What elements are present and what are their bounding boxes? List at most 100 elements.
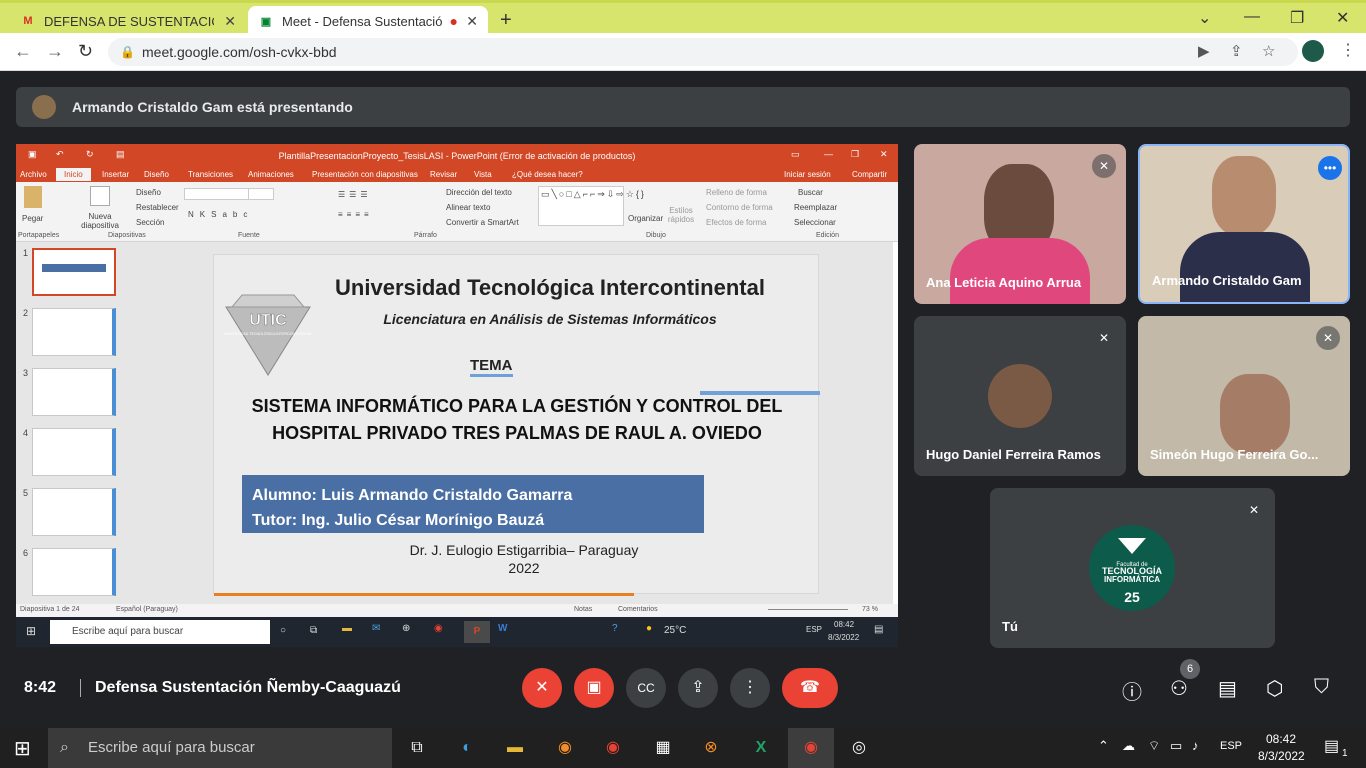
ribbon-tab: Presentación con diapositivas <box>312 170 418 179</box>
layout-label: Diseño <box>136 188 161 197</box>
recording-icon: ● <box>449 13 458 29</box>
section-label: Sección <box>136 218 165 227</box>
back-icon[interactable]: ← <box>14 41 32 62</box>
restore-button[interactable]: ❐ <box>1290 8 1304 28</box>
inner-search: Escribe aquí para buscar <box>50 620 270 644</box>
minimize-button[interactable]: — <box>1244 8 1260 26</box>
mic-toggle-button[interactable]: ✕ <box>522 668 562 708</box>
participant-tile[interactable]: ✕ Hugo Daniel Ferreira Ramos <box>914 316 1126 476</box>
meet-icon: ▣ <box>260 15 272 28</box>
participant-video <box>1212 156 1276 236</box>
task-view-icon[interactable]: ⧉ <box>404 736 430 760</box>
host-controls-icon[interactable]: ⛉ <box>1314 676 1329 699</box>
chrome-active-icon[interactable]: ◉ <box>788 728 834 768</box>
share-icon[interactable]: ⇪ <box>1230 38 1243 66</box>
tab-meet[interactable]: ▣ Meet - Defensa Sustentación ● ✕ <box>248 6 488 36</box>
thesis-title-line: HOSPITAL PRIVADO TRES PALMAS DE RAUL A. … <box>272 423 762 443</box>
excel-icon[interactable]: X <box>748 736 774 760</box>
present-button[interactable]: ⇪ <box>678 668 718 708</box>
task-view-icon: ⧉ <box>310 625 318 636</box>
close-window-button[interactable]: ✕ <box>1336 8 1349 28</box>
place-text: Dr. J. Eulogio Estigarribia– Paraguay <box>409 542 639 558</box>
taskbar-time[interactable]: 08:42 <box>1266 732 1296 746</box>
language-indicator[interactable]: ESP <box>1220 740 1242 752</box>
taskbar-search[interactable]: ⌕ Escribe aquí para buscar <box>48 728 392 768</box>
activities-icon[interactable]: ⬡ <box>1266 676 1283 701</box>
thumb-number: 1 <box>23 248 29 258</box>
close-tab-icon[interactable]: ✕ <box>466 13 478 30</box>
cortana-icon: ○ <box>280 625 287 636</box>
participant-tile[interactable]: ✕ Simeón Hugo Ferreira Go... <box>1138 316 1350 476</box>
new-slide-icon <box>90 186 110 206</box>
self-tile[interactable]: Facultad de TECNOLOGÍA INFORMÁTICA 25 ✕ … <box>990 488 1275 648</box>
slide-thumbnail <box>32 308 116 356</box>
people-icon[interactable]: ⚇ <box>1170 676 1188 701</box>
windows-taskbar: ⊞ ⌕ Escribe aquí para buscar ⧉ ◐ ▬ ◉ ◉ ▦… <box>0 728 1366 768</box>
windows-icon: ⊞ <box>26 624 37 638</box>
url-input[interactable]: 🔒 meet.google.com/osh-cvkx-bbd ▶ ⇪ ☆ <box>108 38 1298 66</box>
zoom-slider <box>768 609 848 610</box>
inner-time: 08:42 <box>834 620 855 629</box>
mic-off-icon: ✕ <box>1316 326 1340 350</box>
inner-notification-icon: ▤ <box>874 624 884 635</box>
xampp-icon[interactable]: ⊗ <box>698 736 724 760</box>
logo-text: UTIC <box>249 312 287 329</box>
participant-name: Ana Leticia Aquino Arrua <box>926 275 1082 290</box>
slide-thumbnail <box>32 248 116 296</box>
align-icons: ≡≡≡≡ <box>338 210 373 219</box>
participant-video <box>1220 374 1290 454</box>
camera-toggle-button[interactable]: ▣ <box>574 668 614 708</box>
participant-video <box>950 238 1090 304</box>
reset-label: Restablecer <box>136 203 179 212</box>
start-button[interactable]: ⊞ <box>14 736 31 761</box>
tab-gmail[interactable]: M DEFENSA DE SUSTENTACIÓN LIC ✕ <box>10 6 246 36</box>
participant-avatar <box>988 364 1052 428</box>
address-bar-area: ← → ↻ 🔒 meet.google.com/osh-cvkx-bbd ▶ ⇪… <box>0 33 1366 71</box>
weather-cloud-icon[interactable]: ☁ <box>1122 738 1135 754</box>
inner-lang: ESP <box>806 625 823 634</box>
profile-avatar[interactable] <box>1302 40 1324 62</box>
reload-icon[interactable]: ↻ <box>78 41 93 62</box>
find-label: Buscar <box>798 188 823 197</box>
edge-icon[interactable]: ◐ <box>454 736 480 760</box>
slide: UTIC UNIVERSIDAD TECNOLÓGICA INTERCONTIN… <box>213 254 820 596</box>
new-tab-button[interactable]: + <box>500 9 512 32</box>
volume-icon[interactable]: ♪ <box>1192 738 1199 753</box>
shape-effects-label: Efectos de forma <box>706 218 767 227</box>
career-title: Licenciatura en Análisis de Sistemas Inf… <box>383 311 717 327</box>
mic-off-icon: ✕ <box>1092 326 1116 350</box>
ppt-window-title: PlantillaPresentacionProyecto_TesisLASI … <box>278 151 636 161</box>
participant-tile[interactable]: ✕ Ana Leticia Aquino Arrua <box>914 144 1126 304</box>
chrome-icon[interactable]: ◉ <box>600 736 626 760</box>
tema-label: TEMA <box>470 357 513 377</box>
calculator-icon[interactable]: ▦ <box>650 736 676 760</box>
tab-search-icon[interactable]: ⌄ <box>1198 8 1211 28</box>
tray-expand-icon[interactable]: ⌃ <box>1098 738 1109 754</box>
group-label: Fuente <box>238 232 260 239</box>
network-icon[interactable]: ⌔ <box>1148 738 1160 754</box>
battery-icon[interactable]: ▭ <box>1170 738 1182 754</box>
comments-label: Comentarios <box>618 606 658 613</box>
obs-icon[interactable]: ◎ <box>846 736 872 760</box>
taskbar-date[interactable]: 8/3/2022 <box>1258 749 1305 763</box>
zoom-level: 73 % <box>862 606 878 613</box>
menu-icon[interactable]: ⋮ <box>1340 40 1356 60</box>
chat-icon[interactable]: ▤ <box>1218 676 1237 701</box>
close-tab-icon[interactable]: ✕ <box>224 13 236 30</box>
xampp-icon: ⊕ <box>402 623 411 634</box>
end-call-button[interactable]: ☎ <box>782 668 838 708</box>
ribbon-tab-active: Inicio <box>56 168 91 181</box>
bookmark-star-icon[interactable]: ☆ <box>1262 38 1275 66</box>
forward-icon[interactable]: → <box>46 41 64 62</box>
camera-icon[interactable]: ▶ <box>1198 38 1210 66</box>
speaking-icon: ••• <box>1318 156 1342 180</box>
select-label: Seleccionar <box>794 218 836 227</box>
file-explorer-icon[interactable]: ▬ <box>502 736 528 760</box>
captions-button[interactable]: CC <box>626 668 666 708</box>
info-icon[interactable]: ⓘ <box>1122 676 1142 705</box>
language: Español (Paraguay) <box>116 606 178 613</box>
more-options-button[interactable]: ⋮ <box>730 668 770 708</box>
participant-tile-active[interactable]: ••• Armando Cristaldo Gam <box>1138 144 1350 304</box>
notification-icon[interactable]: ▤ <box>1324 736 1339 756</box>
firefox-icon[interactable]: ◉ <box>552 736 578 760</box>
